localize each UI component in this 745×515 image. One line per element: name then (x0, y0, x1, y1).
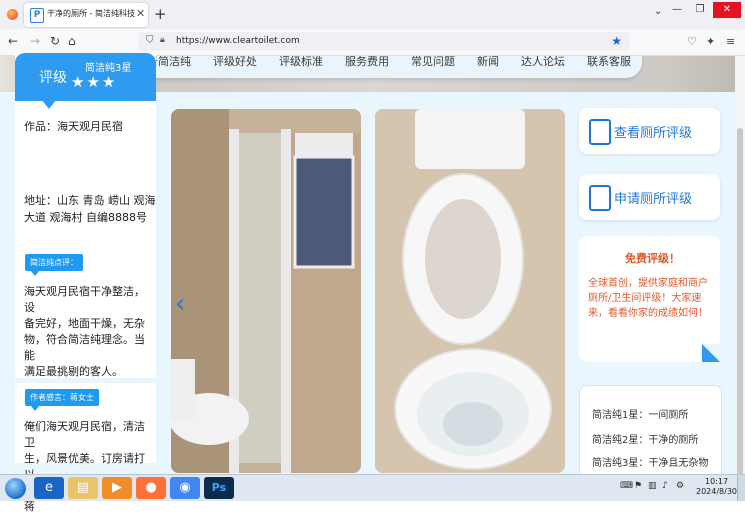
edit-document-icon (589, 185, 611, 211)
site-nav-item[interactable]: 服务费用 (345, 56, 389, 69)
app-menu-icon[interactable]: ≡ (726, 35, 735, 48)
scrollbar-thumb[interactable] (737, 128, 743, 474)
tab-title: 干净的厕所 - 简洁纯科技 (47, 9, 135, 18)
address-bar[interactable]: ⛉ 🔒︎ https://www.cleartoilet.com ★ (138, 32, 630, 51)
review-line: 满足最挑剔的客人。 (24, 365, 123, 378)
level-line-1: 简洁纯1星：一间厕所 (592, 410, 689, 421)
url-text[interactable]: https://www.cleartoilet.com (176, 36, 300, 46)
new-tab-button[interactable]: + (154, 5, 167, 23)
shower-photo-art (171, 109, 361, 473)
minimize-icon[interactable]: — (667, 2, 687, 18)
apply-rating-label: 申请厕所评级 (614, 192, 693, 207)
tray-volume-icon[interactable]: ♪ (662, 481, 668, 491)
lock-icon[interactable]: 🔒︎ (160, 35, 165, 45)
author-card: 作者感言：蒋女士 俺们海天观月民宿，清洁卫 生，风景优美。订房请打以 下电话：1… (15, 383, 156, 513)
site-nav-item[interactable]: 评级标准 (279, 56, 323, 69)
window-close-icon[interactable]: ✕ (713, 2, 741, 18)
browser-tab-bar: P 干净的厕所 - 简洁纯科技 ✕ + ⌄ — ❐ ✕ (0, 0, 745, 29)
carousel-prev-icon[interactable]: ‹ (175, 289, 185, 319)
tray-ime-icon[interactable]: ⚙ (676, 481, 684, 491)
browser-tab-active[interactable]: P 干净的厕所 - 简洁纯科技 ✕ (24, 3, 148, 27)
rating-pointer (41, 99, 57, 109)
free-rating-line: 厕所/卫生间评级！大家速 (588, 293, 702, 304)
window-controls: — ❐ ✕ (667, 2, 741, 18)
chrome-taskbar-icon[interactable]: ◉ (170, 477, 200, 499)
taskbar-clock[interactable]: 10:17 2024/8/30 (696, 477, 737, 497)
forward-icon[interactable]: → (30, 34, 40, 48)
review-line: 备完好，地面干燥，无杂 (24, 317, 145, 330)
browser-nav-bar: ← → ↻ ⌂ ⛉ 🔒︎ https://www.cleartoilet.com… (0, 29, 745, 56)
review-line: 海天观月民宿干净整洁，设 (24, 285, 145, 314)
tray-action-center-icon[interactable]: ⚑ (634, 481, 642, 491)
reload-icon[interactable]: ↻ (50, 34, 60, 48)
site-nav-item[interactable]: 达人论坛 (521, 56, 565, 69)
media-player-icon[interactable]: ▶ (102, 477, 132, 499)
photoshop-taskbar-icon[interactable]: Ps (204, 477, 234, 499)
address-line-2: 大道 观海村 自编8888号 (24, 211, 147, 224)
free-rating-card: 免费评级！ 全球首创，提供家庭和商户 厕所/卫生间评级！大家速 来，看看你家的成… (579, 236, 720, 362)
rating-stars: ★★★ (71, 73, 118, 91)
rating-level: 简洁纯3星 (85, 63, 132, 74)
address-card: 地址：山东 青岛 崂山 观海 大道 观海村 自编8888号 (15, 157, 156, 240)
site-nav-item[interactable]: 新闻 (477, 56, 499, 69)
rating-label: 评级 (39, 70, 67, 86)
tracking-shield-icon[interactable]: ⛉ (146, 35, 154, 46)
tray-keyboard-icon[interactable]: ⌨ (620, 481, 633, 491)
toilet-photo: › (375, 109, 565, 473)
show-desktop-button[interactable] (737, 475, 745, 501)
site-nav-item[interactable]: 联系客服 (587, 56, 631, 69)
clock-date: 2024/8/30 (696, 487, 738, 496)
site-nav-item[interactable]: 常见问题 (411, 56, 455, 69)
site-favicon-icon: P (30, 8, 44, 23)
file-explorer-icon[interactable]: ▤ (68, 477, 98, 499)
list-all-tabs-icon[interactable]: ⌄ (654, 6, 662, 17)
ie-icon[interactable]: e (34, 477, 64, 499)
address-line-1: 地址：山东 青岛 崂山 观海 (24, 194, 156, 207)
bookmark-star-icon[interactable]: ★ (611, 34, 622, 48)
free-rating-title: 免费评级！ (625, 252, 680, 265)
search-document-icon (589, 119, 611, 145)
start-button[interactable] (5, 478, 26, 499)
firefox-menu-icon[interactable] (7, 9, 18, 20)
level-line-3: 简洁纯3星：干净且无杂物 (592, 458, 709, 469)
back-icon[interactable]: ← (8, 34, 18, 48)
extensions-icon[interactable]: ✦ (706, 35, 715, 48)
site-nav-item[interactable]: 评级好处 (213, 56, 257, 69)
rating-header: 评级 简洁纯3星 ★★★ (15, 53, 156, 109)
review-badge: 简洁纯点评： (25, 254, 83, 276)
rating-card: 评级 简洁纯3星 ★★★ 作品：海天观月民宿 (15, 53, 156, 157)
review-text: 海天观月民宿干净整洁，设 备完好，地面干燥，无杂 物，符合简洁纯理念。当能 满足… (24, 284, 152, 380)
apply-rating-button[interactable]: 申请厕所评级 (579, 174, 720, 220)
windows-taskbar: e ▤ ▶ ● ◉ Ps ⌨ ⚑ ▥ ♪ ⚙ 10:17 2024/8/30 (0, 474, 745, 501)
maximize-icon[interactable]: ❐ (690, 2, 710, 18)
toilet-photo-art (375, 109, 565, 473)
firefox-taskbar-icon[interactable]: ● (136, 477, 166, 499)
free-rating-text: 全球首创，提供家庭和商户 厕所/卫生间评级！大家速 来，看看你家的成绩如何！ (588, 276, 716, 321)
author-line: 俺们海天观月民宿，清洁卫 (24, 420, 145, 449)
clock-time: 10:17 (704, 477, 729, 486)
free-rating-line: 来，看看你家的成绩如何！ (588, 308, 708, 319)
free-rating-line: 全球首创，提供家庭和商户 (588, 278, 708, 289)
view-rating-button[interactable]: 查看厕所评级 (579, 108, 720, 154)
view-rating-label: 查看厕所评级 (614, 126, 693, 141)
page-fold-decoration (702, 344, 720, 362)
author-badge: 作者感言：蒋女士 (25, 389, 99, 411)
review-card: 简洁纯点评： 海天观月民宿干净整洁，设 备完好，地面干燥，无杂 物，符合简洁纯理… (15, 240, 156, 378)
level-line-2: 简洁纯2星：干净的厕所 (592, 435, 699, 446)
rating-levels-card: 简洁纯1星：一间厕所 简洁纯2星：干净的厕所 简洁纯3星：干净且无杂物 (579, 385, 722, 487)
work-name: 作品：海天观月民宿 (24, 120, 123, 133)
tab-close-icon[interactable]: ✕ (136, 7, 145, 20)
review-line: 物，符合简洁纯理念。当能 (24, 333, 145, 362)
home-icon[interactable]: ⌂ (68, 34, 76, 48)
pocket-icon[interactable]: ♡ (687, 35, 697, 48)
shower-photo: ‹ (171, 109, 361, 473)
tray-network-icon[interactable]: ▥ (648, 481, 657, 491)
